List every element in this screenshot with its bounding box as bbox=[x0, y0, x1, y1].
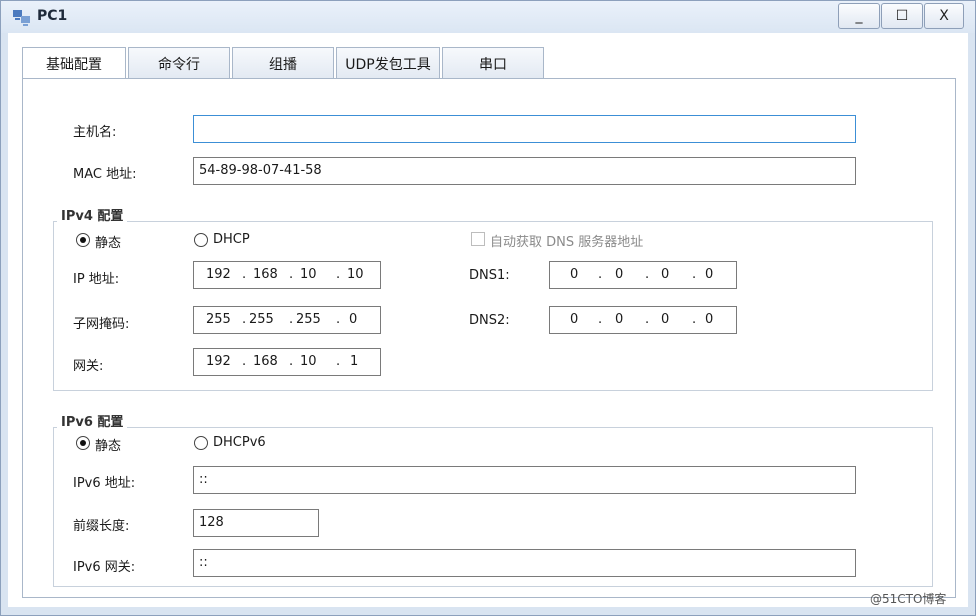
prefix-length-input[interactable]: 128 bbox=[193, 509, 319, 537]
ip-address-input[interactable]: 192 . 168 . 10 . 10 bbox=[193, 261, 381, 289]
pc-app-icon bbox=[13, 10, 30, 26]
ip-dot-1: . bbox=[242, 267, 247, 282]
subnet-mask-input[interactable]: 255 . 255 . 255 . 0 bbox=[193, 306, 381, 334]
ip-dot-2: . bbox=[289, 267, 294, 282]
ipv6-address-label: IPv6 地址: bbox=[73, 476, 136, 491]
gw-octet-2: 168 bbox=[253, 354, 278, 369]
ipv6-gateway-input[interactable]: :: bbox=[193, 549, 856, 577]
ip-dot-3: . bbox=[336, 267, 341, 282]
ipv6-group-title: IPv6 配置 bbox=[57, 411, 128, 430]
mask-octet-4: 0 bbox=[349, 312, 358, 327]
maximize-button[interactable]: ☐ bbox=[881, 3, 923, 29]
hostname-label: 主机名: bbox=[73, 125, 117, 140]
gateway-label: 网关: bbox=[73, 359, 104, 374]
dns2-label: DNS2: bbox=[469, 313, 510, 328]
tab-serial[interactable]: 串口 bbox=[442, 47, 544, 79]
basic-config-panel: 主机名: MAC 地址: 54-89-98-07-41-58 IPv4 配置 静… bbox=[22, 78, 956, 598]
ip-octet-1: 192 bbox=[206, 267, 231, 282]
ipv4-group-title: IPv4 配置 bbox=[57, 205, 128, 224]
minimize-button[interactable]: _ bbox=[838, 3, 880, 29]
gw-octet-3: 10 bbox=[300, 354, 317, 369]
gw-dot-3: . bbox=[336, 354, 341, 369]
tab-basic-config[interactable]: 基础配置 bbox=[22, 47, 126, 80]
mask-octet-1: 255 bbox=[206, 312, 231, 327]
close-button[interactable]: X bbox=[924, 3, 964, 29]
gw-dot-1: . bbox=[242, 354, 247, 369]
dns2-octet-2: 0 bbox=[615, 312, 624, 327]
ipv6-static-label: 静态 bbox=[95, 439, 122, 454]
dns2-dot-2: . bbox=[645, 312, 650, 327]
title-bar[interactable]: PC1 _ ☐ X bbox=[1, 1, 975, 33]
gateway-input[interactable]: 192 . 168 . 10 . 1 bbox=[193, 348, 381, 376]
ip-address-label: IP 地址: bbox=[73, 272, 120, 287]
window-title: PC1 bbox=[37, 8, 68, 24]
dns2-input[interactable]: 0 . 0 . 0 . 0 bbox=[549, 306, 737, 334]
dns2-dot-1: . bbox=[598, 312, 603, 327]
client-area: 基础配置 命令行 组播 UDP发包工具 串口 主机名: MAC 地址: 54-8… bbox=[8, 33, 968, 607]
ipv4-dhcp-label: DHCP bbox=[213, 232, 250, 247]
dns1-label: DNS1: bbox=[469, 268, 510, 283]
subnet-mask-label: 子网掩码: bbox=[73, 317, 130, 332]
hostname-input[interactable] bbox=[193, 115, 856, 143]
dns1-dot-2: . bbox=[645, 267, 650, 282]
mask-octet-2: 255 bbox=[249, 312, 274, 327]
ipv6-address-input[interactable]: :: bbox=[193, 466, 856, 494]
pc1-window: PC1 _ ☐ X 基础配置 命令行 组播 UDP发包工具 串口 主机名: MA… bbox=[0, 0, 976, 616]
ipv6-dhcp-label: DHCPv6 bbox=[213, 435, 266, 450]
ipv4-static-label: 静态 bbox=[95, 236, 122, 251]
dns1-octet-2: 0 bbox=[615, 267, 624, 282]
dns1-input[interactable]: 0 . 0 . 0 . 0 bbox=[549, 261, 737, 289]
dns1-octet-1: 0 bbox=[570, 267, 579, 282]
mask-dot-2: . bbox=[289, 312, 294, 327]
dns2-octet-4: 0 bbox=[705, 312, 714, 327]
ipv6-gateway-label: IPv6 网关: bbox=[73, 560, 136, 575]
dns1-octet-3: 0 bbox=[661, 267, 670, 282]
tab-multicast[interactable]: 组播 bbox=[232, 47, 334, 79]
ip-octet-4: 10 bbox=[347, 267, 364, 282]
dns2-dot-3: . bbox=[692, 312, 697, 327]
gw-dot-2: . bbox=[289, 354, 294, 369]
dns1-octet-4: 0 bbox=[705, 267, 714, 282]
ipv4-static-radio[interactable] bbox=[76, 233, 90, 247]
dns2-octet-1: 0 bbox=[570, 312, 579, 327]
auto-dns-label: 自动获取 DNS 服务器地址 bbox=[490, 235, 644, 250]
mac-label: MAC 地址: bbox=[73, 167, 137, 182]
ipv6-static-radio[interactable] bbox=[76, 436, 90, 450]
mask-octet-3: 255 bbox=[296, 312, 321, 327]
mask-dot-3: . bbox=[336, 312, 341, 327]
close-icon: X bbox=[939, 8, 949, 24]
mask-dot-1: . bbox=[242, 312, 247, 327]
dns2-octet-3: 0 bbox=[661, 312, 670, 327]
tab-udp-tool[interactable]: UDP发包工具 bbox=[336, 47, 440, 79]
auto-dns-checkbox[interactable] bbox=[471, 232, 485, 246]
ip-octet-2: 168 bbox=[253, 267, 278, 282]
gw-octet-1: 192 bbox=[206, 354, 231, 369]
watermark-text: @51CTO博客 bbox=[870, 592, 947, 606]
dns1-dot-3: . bbox=[692, 267, 697, 282]
prefix-length-label: 前缀长度: bbox=[73, 519, 130, 534]
dns1-dot-1: . bbox=[598, 267, 603, 282]
gw-octet-4: 1 bbox=[350, 354, 359, 369]
mac-input[interactable]: 54-89-98-07-41-58 bbox=[193, 157, 856, 185]
tab-command-line[interactable]: 命令行 bbox=[128, 47, 230, 79]
ipv6-dhcp-radio[interactable] bbox=[194, 436, 208, 450]
ip-octet-3: 10 bbox=[300, 267, 317, 282]
minimize-icon: _ bbox=[855, 8, 863, 24]
ipv4-dhcp-radio[interactable] bbox=[194, 233, 208, 247]
maximize-icon: ☐ bbox=[895, 8, 909, 24]
